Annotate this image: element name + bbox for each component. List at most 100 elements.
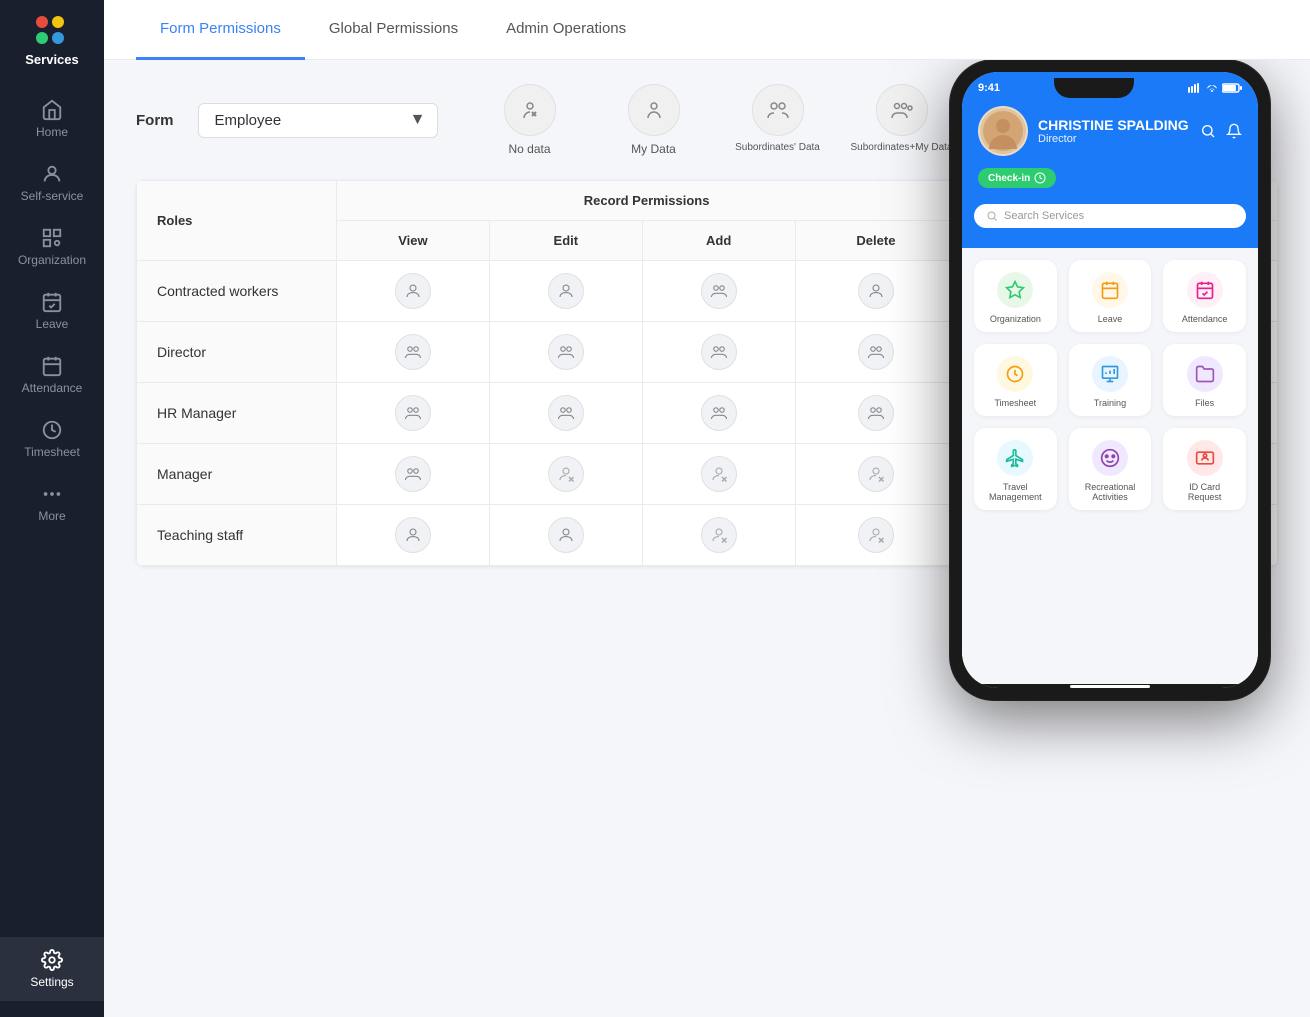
leave-icon <box>41 291 63 313</box>
phone-grid-item[interactable]: ID Card Request <box>1163 428 1246 510</box>
phone-service-label: Files <box>1195 398 1214 408</box>
sidebar-item-label: Attendance <box>22 381 83 395</box>
phone-search-bar[interactable]: Search Services <box>974 204 1246 228</box>
perm-subordinates-data[interactable]: Subordinates' Data <box>718 84 838 156</box>
phone-header: CHRISTINE SPALDING Director Check-in <box>962 98 1258 204</box>
view-cell-4[interactable] <box>337 505 490 566</box>
phone-service-icon <box>1187 356 1223 392</box>
phone-grid-item[interactable]: Attendance <box>1163 260 1246 332</box>
roles-column-header: Roles <box>137 181 337 261</box>
sidebar-item-leave[interactable]: Leave <box>0 279 104 343</box>
phone-service-label: Leave <box>1098 314 1123 324</box>
phone-mockup: 9:41 <box>930 60 1290 820</box>
phone-grid-item[interactable]: Leave <box>1069 260 1152 332</box>
role-cell-0: Contracted workers <box>137 261 337 322</box>
tab-global-permissions[interactable]: Global Permissions <box>305 0 482 60</box>
settings-label: Settings <box>30 975 73 989</box>
edit-cell-0[interactable] <box>489 261 642 322</box>
edit-cell-2[interactable] <box>489 383 642 444</box>
role-cell-3: Manager <box>137 444 337 505</box>
view-cell-3[interactable] <box>337 444 490 505</box>
sidebar-item-self-service[interactable]: Self-service <box>0 151 104 215</box>
sidebar: Services Home Self-service Organization … <box>0 0 104 1017</box>
phone-user-name: CHRISTINE SPALDING <box>1038 117 1200 133</box>
sidebar-item-label: Leave <box>36 317 69 331</box>
add-cell-4[interactable] <box>642 505 795 566</box>
sidebar-item-label: Home <box>36 125 68 139</box>
sidebar-item-label: Timesheet <box>24 445 80 459</box>
phone-service-icon <box>997 356 1033 392</box>
phone-service-icon <box>997 440 1033 476</box>
phone-service-icon <box>1092 272 1128 308</box>
phone-avatar <box>978 106 1028 156</box>
sidebar-item-timesheet[interactable]: Timesheet <box>0 407 104 471</box>
perm-no-data[interactable]: No data <box>470 84 590 156</box>
home-icon <box>41 99 63 121</box>
view-cell-1[interactable] <box>337 322 490 383</box>
main-content: Form Permissions Global Permissions Admi… <box>104 0 1310 1017</box>
self-service-icon <box>41 163 63 185</box>
add-cell-3[interactable] <box>642 444 795 505</box>
col-edit: Edit <box>489 221 642 261</box>
phone-search-placeholder: Search Services <box>1004 210 1084 222</box>
settings-icon <box>41 949 63 971</box>
sidebar-item-attendance[interactable]: Attendance <box>0 343 104 407</box>
attendance-icon <box>41 355 63 377</box>
organization-icon <box>41 227 63 249</box>
perm-no-data-label: No data <box>508 142 550 156</box>
role-cell-4: Teaching staff <box>137 505 337 566</box>
add-cell-1[interactable] <box>642 322 795 383</box>
view-cell-0[interactable] <box>337 261 490 322</box>
phone-grid-item[interactable]: Files <box>1163 344 1246 416</box>
phone-user-title: Director <box>1038 133 1200 145</box>
sidebar-item-more[interactable]: More <box>0 471 104 535</box>
phone-service-icon <box>1187 272 1223 308</box>
phone-services-grid: Organization Leave Attendance Timesheet Trai… <box>962 248 1258 684</box>
sidebar-item-label: Self-service <box>21 189 84 203</box>
phone-service-icon <box>997 272 1033 308</box>
phone-grid-item[interactable]: Timesheet <box>974 344 1057 416</box>
phone-service-label: Attendance <box>1182 314 1228 324</box>
phone-status-bar: 9:41 <box>962 72 1258 98</box>
view-cell-2[interactable] <box>337 383 490 444</box>
sidebar-item-label: Organization <box>18 253 86 267</box>
add-cell-2[interactable] <box>642 383 795 444</box>
phone-grid-item[interactable]: Recreational Activities <box>1069 428 1152 510</box>
perm-my-data-label: My Data <box>631 142 676 156</box>
role-cell-2: HR Manager <box>137 383 337 444</box>
tab-bar: Form Permissions Global Permissions Admi… <box>104 0 1310 60</box>
edit-cell-1[interactable] <box>489 322 642 383</box>
phone-service-label: Travel Management <box>982 482 1049 502</box>
role-cell-1: Director <box>137 322 337 383</box>
phone-service-label: Organization <box>990 314 1041 324</box>
add-cell-0[interactable] <box>642 261 795 322</box>
sidebar-item-home[interactable]: Home <box>0 87 104 151</box>
checkin-label: Check-in <box>988 173 1030 184</box>
form-select[interactable]: Employee Department Position <box>198 103 438 138</box>
edit-cell-4[interactable] <box>489 505 642 566</box>
phone-grid-item[interactable]: Organization <box>974 260 1057 332</box>
edit-cell-3[interactable] <box>489 444 642 505</box>
phone-service-label: Recreational Activities <box>1077 482 1144 502</box>
phone-checkin-button[interactable]: Check-in <box>978 168 1056 188</box>
tab-form-permissions[interactable]: Form Permissions <box>136 0 305 60</box>
record-permissions-header: Record Permissions <box>337 181 957 221</box>
sidebar-item-organization[interactable]: Organization <box>0 215 104 279</box>
phone-service-icon <box>1187 440 1223 476</box>
perm-subordinates-data-label: Subordinates' Data <box>735 142 820 153</box>
tab-admin-operations[interactable]: Admin Operations <box>482 0 650 60</box>
logo <box>36 16 68 44</box>
phone-grid-item[interactable]: Training <box>1069 344 1152 416</box>
phone-service-label: Training <box>1094 398 1126 408</box>
phone-service-icon <box>1092 356 1128 392</box>
content-area: Form Employee Department Position ▼ No d… <box>104 60 1310 1017</box>
phone-grid-item[interactable]: Travel Management <box>974 428 1057 510</box>
phone-home-bar <box>962 684 1258 688</box>
col-add: Add <box>642 221 795 261</box>
form-label: Form <box>136 112 174 129</box>
brand-label: Services <box>25 52 79 67</box>
perm-my-data[interactable]: My Data <box>594 84 714 156</box>
more-icon <box>41 483 63 505</box>
phone-time: 9:41 <box>978 82 1000 94</box>
sidebar-item-settings[interactable]: Settings <box>0 937 104 1001</box>
